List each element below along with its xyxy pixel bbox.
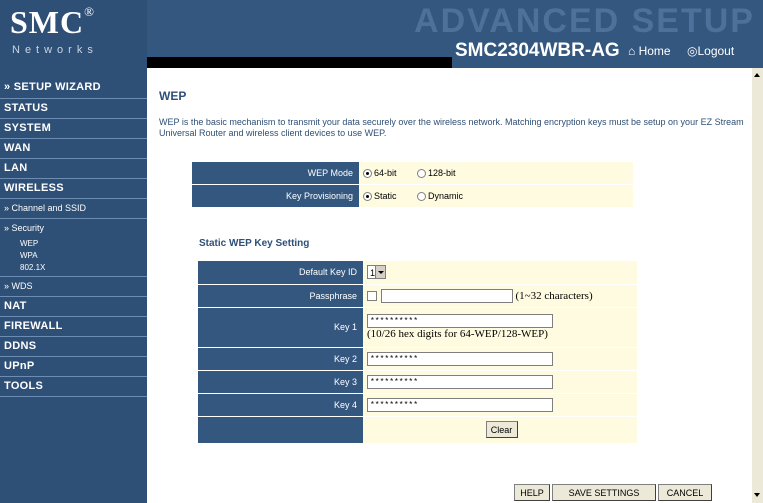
cancel-button[interactable]: CANCEL bbox=[658, 484, 712, 501]
vertical-scrollbar[interactable] bbox=[752, 68, 763, 503]
logout-link[interactable]: ◎Logout bbox=[687, 44, 734, 58]
key2-row: Key 2 ********** bbox=[198, 347, 637, 371]
header-bar: SMC® Networks ADVANCED SETUP SMC2304WBR-… bbox=[0, 0, 763, 68]
passphrase-label: Passphrase bbox=[198, 284, 363, 308]
sidebar-item-tools[interactable]: TOOLS bbox=[0, 377, 147, 397]
chevron-down-icon bbox=[375, 266, 385, 279]
action-buttons: HELP SAVE SETTINGS CANCEL bbox=[514, 483, 712, 501]
key4-input[interactable]: ********** bbox=[367, 397, 553, 412]
wep-mode-128bit-radio[interactable] bbox=[417, 168, 427, 178]
sidebar-item-nat[interactable]: NAT bbox=[0, 297, 147, 317]
home-link[interactable]: ⌂ Home bbox=[628, 44, 671, 58]
key2-cell: ********** bbox=[363, 347, 637, 371]
clear-cell: Clear bbox=[363, 416, 637, 444]
save-settings-button[interactable]: SAVE SETTINGS bbox=[552, 484, 656, 501]
sidebar-item-security[interactable]: » Security bbox=[0, 219, 147, 238]
scroll-up-arrow-icon[interactable] bbox=[754, 73, 760, 77]
key-provisioning-label: Key Provisioning bbox=[192, 184, 359, 208]
key2-input[interactable]: ********** bbox=[367, 351, 553, 366]
wep-mode-options: 64-bit 128-bit bbox=[359, 162, 633, 185]
advanced-setup-banner: ADVANCED SETUP bbox=[414, 2, 755, 40]
key4-label: Key 4 bbox=[198, 393, 363, 417]
passphrase-row: Passphrase (1~32 characters) bbox=[198, 284, 637, 308]
sidebar-item-wireless[interactable]: WIRELESS bbox=[0, 179, 147, 199]
key1-input[interactable]: ********** bbox=[367, 314, 553, 328]
wep-mode-table: WEP Mode 64-bit 128-bit Key Provisioning… bbox=[192, 162, 633, 208]
main-content: WEP WEP is the basic mechanism to transm… bbox=[147, 68, 752, 503]
passphrase-checkbox[interactable] bbox=[367, 290, 377, 301]
key2-label: Key 2 bbox=[198, 347, 363, 371]
key1-hint: (10/26 hex digits for 64-WEP/128-WEP) bbox=[367, 328, 548, 340]
key-provisioning-dynamic-radio[interactable] bbox=[417, 191, 427, 201]
sidebar: » SETUP WIZARD STATUS SYSTEM WAN LAN WIR… bbox=[0, 68, 147, 503]
passphrase-hint: (1~32 characters) bbox=[515, 289, 593, 302]
key4-cell: ********** bbox=[363, 393, 637, 417]
passphrase-input[interactable] bbox=[381, 288, 513, 303]
logo-text: SMC bbox=[10, 4, 85, 40]
sidebar-item-wds[interactable]: » WDS bbox=[0, 277, 147, 297]
sidebar-item-ddns[interactable]: DDNS bbox=[0, 337, 147, 357]
key1-label: Key 1 bbox=[198, 307, 363, 348]
header-divider bbox=[147, 57, 452, 68]
sidebar-item-8021x[interactable]: 802.1X bbox=[0, 262, 147, 274]
security-group: » Security WEP WPA 802.1X bbox=[0, 219, 147, 277]
key-provisioning-static-label: Static bbox=[374, 191, 397, 202]
sidebar-item-firewall[interactable]: FIREWALL bbox=[0, 317, 147, 337]
page-description: WEP is the basic mechanism to transmit y… bbox=[159, 117, 744, 138]
sidebar-item-lan[interactable]: LAN bbox=[0, 159, 147, 179]
sidebar-item-wan[interactable]: WAN bbox=[0, 139, 147, 159]
sidebar-item-wpa[interactable]: WPA bbox=[0, 250, 147, 262]
key-provisioning-options: Static Dynamic bbox=[359, 184, 633, 208]
key3-row: Key 3 ********** bbox=[198, 370, 637, 394]
logo: SMC® Networks bbox=[0, 0, 147, 68]
wep-mode-128bit-label: 128-bit bbox=[428, 168, 456, 179]
key3-label: Key 3 bbox=[198, 370, 363, 394]
sidebar-item-upnp[interactable]: UPnP bbox=[0, 357, 147, 377]
sidebar-item-setup-wizard[interactable]: » SETUP WIZARD bbox=[0, 76, 147, 99]
sidebar-item-status[interactable]: STATUS bbox=[0, 99, 147, 119]
key4-row: Key 4 ********** bbox=[198, 393, 637, 417]
help-button[interactable]: HELP bbox=[514, 484, 550, 501]
wep-mode-label: WEP Mode bbox=[192, 162, 359, 185]
wep-mode-64bit-label: 64-bit bbox=[374, 168, 397, 179]
key-provisioning-row: Key Provisioning Static Dynamic bbox=[192, 184, 633, 208]
home-icon: ⌂ bbox=[628, 44, 636, 58]
logo-registered-mark: ® bbox=[84, 4, 95, 19]
clear-button[interactable]: Clear bbox=[485, 421, 518, 438]
home-label: Home bbox=[638, 44, 671, 58]
key-provisioning-dynamic-label: Dynamic bbox=[428, 191, 464, 202]
default-key-id-label: Default Key ID bbox=[198, 261, 363, 285]
key1-cell: ********** (10/26 hex digits for 64-WEP/… bbox=[363, 307, 637, 348]
default-key-id-row: Default Key ID 1 bbox=[198, 261, 637, 285]
key3-input[interactable]: ********** bbox=[367, 374, 553, 389]
sidebar-item-system[interactable]: SYSTEM bbox=[0, 119, 147, 139]
wep-mode-64bit-radio[interactable] bbox=[363, 168, 372, 178]
sidebar-item-channel-ssid[interactable]: » Channel and SSID bbox=[0, 199, 147, 219]
key1-row: Key 1 ********** (10/26 hex digits for 6… bbox=[198, 307, 637, 348]
logout-label: Logout bbox=[697, 44, 735, 58]
default-key-id-cell: 1 bbox=[363, 261, 637, 285]
passphrase-cell: (1~32 characters) bbox=[363, 284, 637, 308]
scroll-down-arrow-icon[interactable] bbox=[754, 493, 760, 497]
static-wep-key-section-title: Static WEP Key Setting bbox=[199, 238, 310, 249]
sidebar-item-wep[interactable]: WEP bbox=[0, 238, 147, 250]
clear-row-label bbox=[198, 416, 363, 444]
default-key-id-select[interactable]: 1 bbox=[367, 265, 386, 280]
logo-subtitle: Networks bbox=[12, 44, 98, 56]
clear-row: Clear bbox=[198, 416, 637, 444]
key3-cell: ********** bbox=[363, 370, 637, 394]
model-name: SMC2304WBR-AG bbox=[455, 40, 620, 61]
static-wep-key-table: Default Key ID 1 Passphrase (1~32 charac… bbox=[198, 261, 637, 444]
key-provisioning-static-radio[interactable] bbox=[363, 191, 372, 201]
logout-icon: ◎ bbox=[687, 44, 698, 58]
wep-mode-row: WEP Mode 64-bit 128-bit bbox=[192, 162, 633, 185]
page-title: WEP bbox=[159, 89, 187, 103]
